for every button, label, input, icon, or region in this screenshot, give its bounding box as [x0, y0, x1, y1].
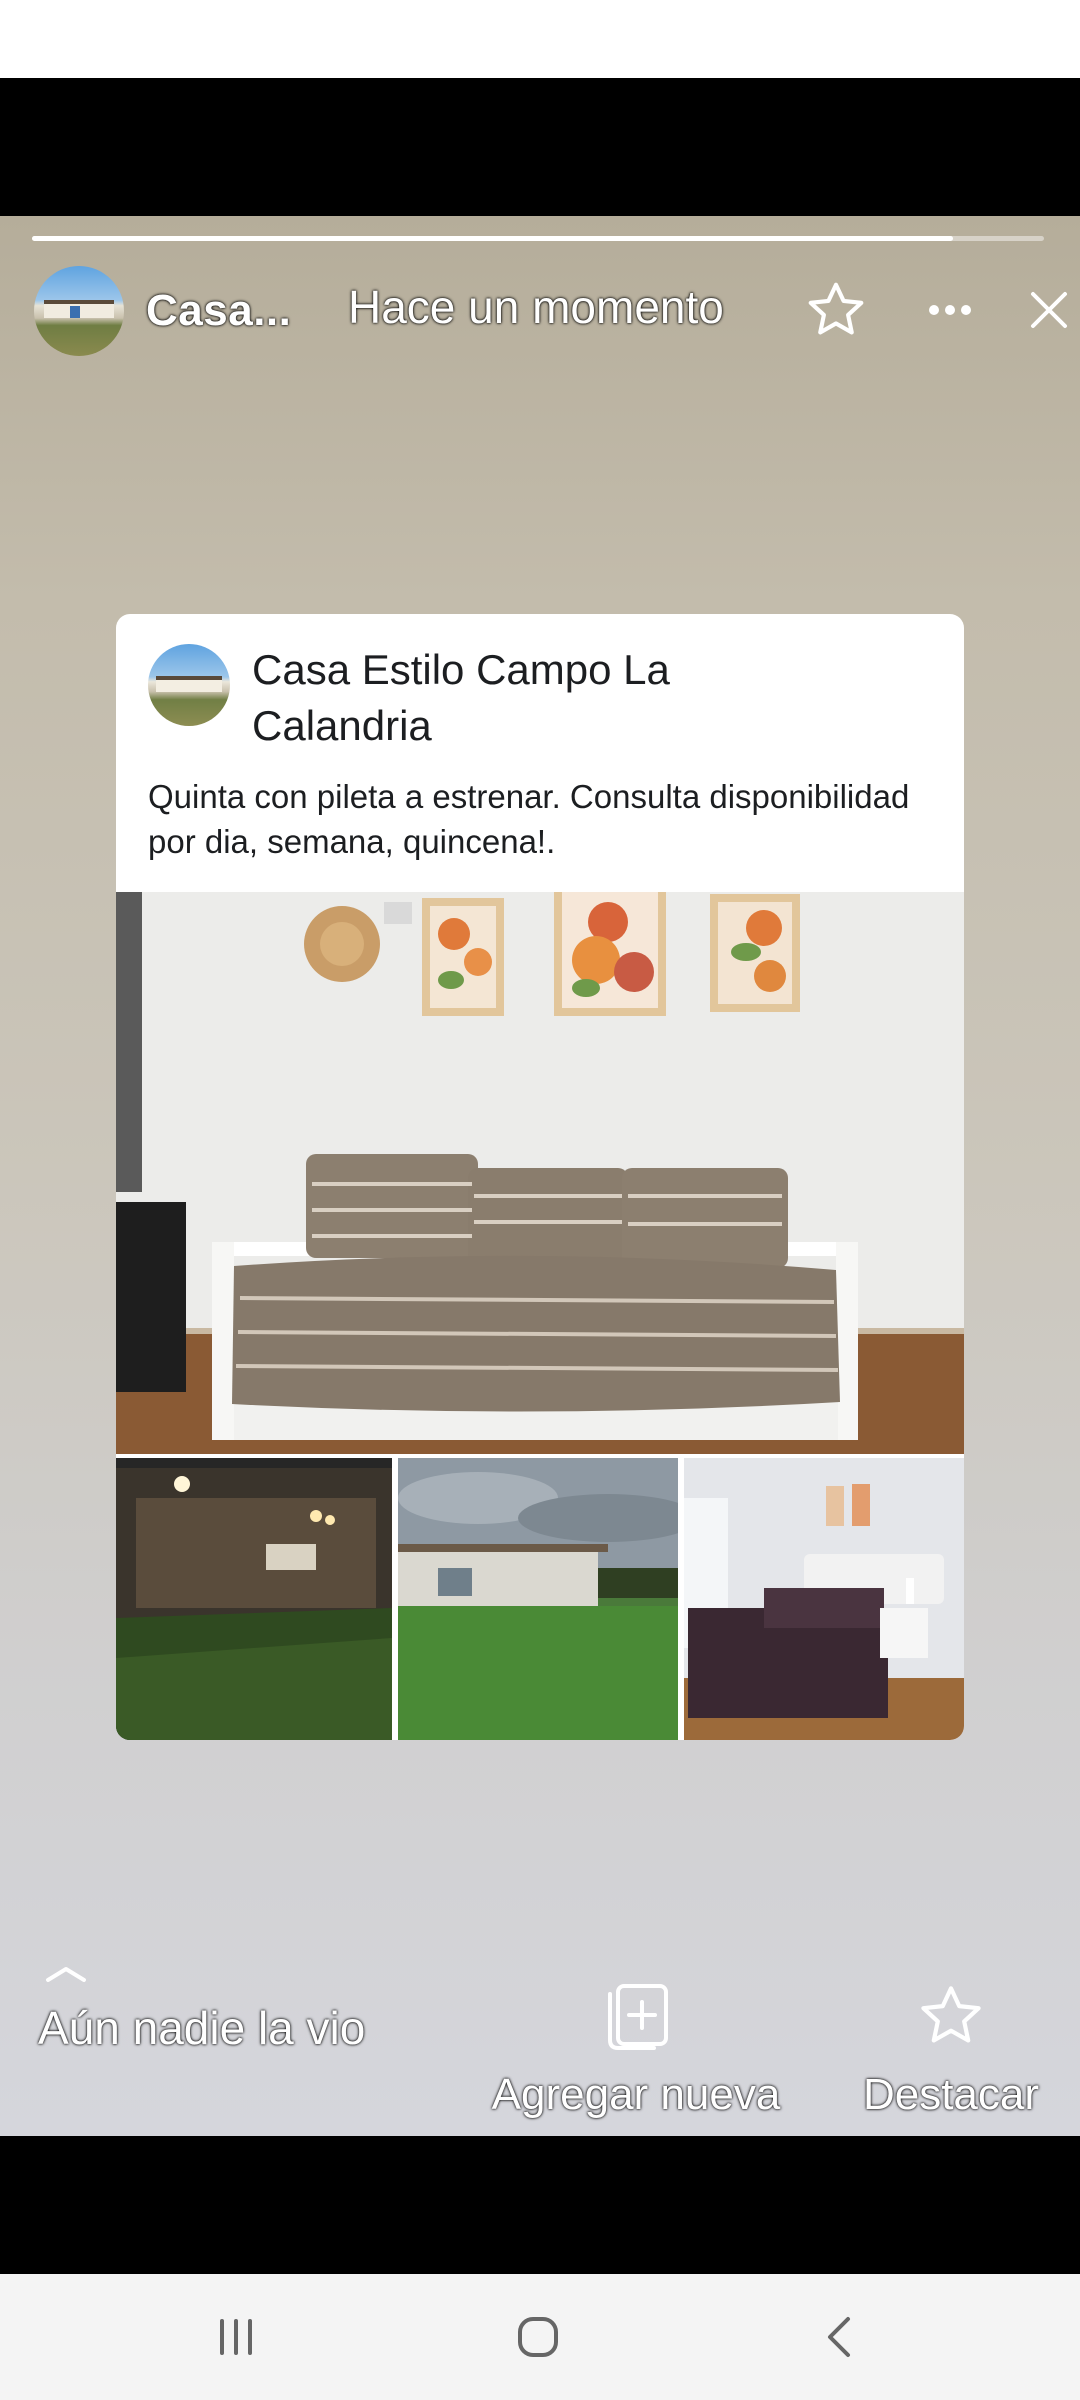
letterbox-top — [0, 78, 1080, 216]
shared-post-card[interactable]: Casa Estilo Campo La Calandria Quinta co… — [116, 614, 964, 1740]
story-progress-bar — [32, 236, 1044, 241]
story-progress-fill — [32, 236, 953, 241]
post-page-avatar[interactable] — [148, 644, 230, 726]
photo-thumbnails — [116, 1458, 964, 1740]
feature-button[interactable]: Destacar — [848, 1980, 1054, 2120]
back-icon[interactable] — [800, 2302, 880, 2372]
viewers-count-label[interactable]: Aún nadie la vio — [38, 1996, 378, 2060]
add-story-icon — [608, 1984, 668, 2050]
post-text: Quinta con pileta a estrenar. Consulta d… — [148, 778, 910, 860]
post-page-name[interactable]: Casa Estilo Campo La Calandria — [252, 642, 772, 754]
night-porch-thumbnail[interactable] — [116, 1458, 392, 1740]
chevron-up-icon[interactable] — [44, 1964, 88, 1989]
star-icon[interactable] — [796, 270, 876, 350]
star-outline-icon — [921, 1986, 981, 2043]
status-bar-area — [0, 0, 1080, 78]
feature-label: Destacar — [862, 2070, 1040, 2119]
story-timestamp: Hace un momento — [348, 281, 724, 333]
living-room-photo[interactable] — [116, 892, 964, 1454]
more-options-icon[interactable] — [910, 270, 990, 350]
story-page-name[interactable]: Casa... — [146, 286, 291, 336]
bedroom-thumbnail[interactable] — [684, 1458, 964, 1740]
page-avatar[interactable] — [34, 266, 124, 356]
story-bottom-bar: Aún nadie la vio Agregar nueva Destacar — [0, 1956, 1080, 2136]
system-navigation-bar — [0, 2274, 1080, 2400]
letterbox-bottom — [0, 2136, 1080, 2274]
house-exterior-thumbnail[interactable] — [398, 1458, 678, 1740]
add-new-label: Agregar nueva — [491, 2070, 781, 2119]
story-viewer[interactable]: Casa... Hace un momento Casa Estilo Camp… — [0, 216, 1080, 2136]
add-new-button[interactable]: Agregar nueva — [478, 1980, 794, 2120]
close-icon[interactable] — [1018, 270, 1080, 350]
home-icon[interactable] — [498, 2302, 578, 2372]
recent-apps-icon[interactable] — [196, 2302, 276, 2372]
